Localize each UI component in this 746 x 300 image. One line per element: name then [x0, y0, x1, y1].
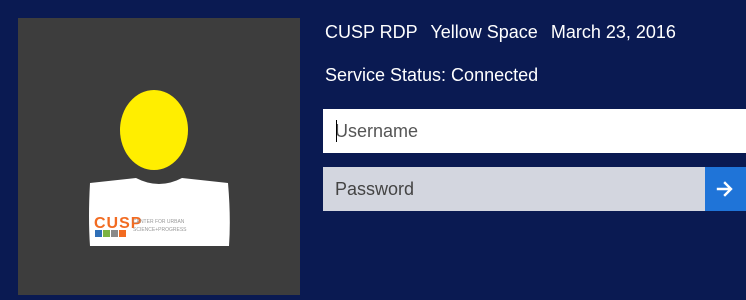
sign-in-button[interactable] [705, 167, 746, 211]
logo-subtitle-1: CENTER FOR URBAN [133, 219, 185, 225]
service-status: Service Status: Connected [325, 65, 539, 85]
org-name: CUSP RDP [325, 22, 418, 42]
text-caret [336, 120, 337, 142]
username-input[interactable] [323, 109, 746, 153]
password-input[interactable] [323, 167, 705, 211]
avatar-body [89, 178, 230, 246]
avatar-head [120, 90, 188, 170]
logo-subtitle-2: SCIENCE+PROGRESS [133, 227, 187, 233]
session-date: March 23, 2016 [550, 22, 676, 42]
login-screen: CUSP CENTER FOR URBAN SCIENCE+PROGRESS C… [0, 0, 746, 300]
space-name: Yellow Space [430, 22, 538, 42]
user-tile: CUSP CENTER FOR URBAN SCIENCE+PROGRESS [18, 18, 300, 295]
arrow-right-icon [716, 181, 733, 197]
session-title: CUSP RDP Yellow Space March 23, 2016 [325, 22, 684, 43]
user-avatar: CUSP CENTER FOR URBAN SCIENCE+PROGRESS [89, 90, 230, 246]
